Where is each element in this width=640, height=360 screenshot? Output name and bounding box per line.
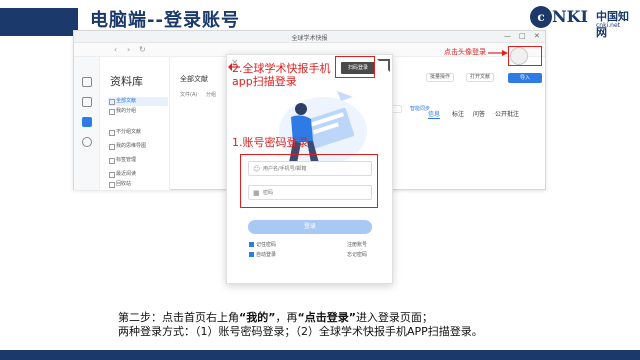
back-icon[interactable]: ‹ [114,45,117,54]
caption-line-1: 第二步：点击首页右上角“我的”，再“点击登录”进入登录页面； [118,311,628,325]
register-link[interactable]: 注册账号 [347,241,367,248]
caption-text: 第二步：点击首页右上角 [118,311,239,324]
header-accent-bar [0,8,78,34]
cnki-logo-text: NKI [552,7,589,26]
login-button[interactable]: 登录 [248,220,372,234]
checkbox-checked-icon[interactable] [249,242,254,247]
arrow-right-icon [488,50,508,56]
caption-line-2: 两种登录方式：（1）账号密码登录；（2）全球学术快报手机APP扫描登录。 [118,325,483,338]
library-item[interactable]: 最近阅读 [108,170,168,179]
sub-tab[interactable]: 文件(A) [180,91,197,98]
library-item[interactable]: 我的思维导图 [108,142,168,151]
caption-text: ，再 [275,311,298,324]
auto-login-label: 自动登录 [256,252,277,258]
cnki-logo-url: cnki.net [596,22,620,29]
refresh-icon[interactable]: ↻ [139,45,146,54]
close-window-button[interactable]: ✕ [534,32,540,40]
sync-link[interactable]: 智能同步 [410,105,430,112]
maximize-button[interactable]: □ [519,32,526,40]
library-item[interactable]: 我的分组 [108,107,168,116]
checkbox-checked-icon[interactable] [249,252,254,257]
tab-public-notes[interactable]: 公开批注 [495,109,519,118]
open-button[interactable]: 打开文献 [466,73,495,82]
library-icon[interactable] [82,117,92,127]
library-title: 资料库 [110,75,143,88]
window-titlebar: 全球学术快报 — □ ✕ [74,31,545,43]
library-item[interactable]: 全部文献 [108,97,168,106]
forward-icon[interactable]: › [127,45,130,54]
tab-notes[interactable]: 标注 [452,109,464,118]
content-title: 全部文献 [180,75,208,83]
import-button[interactable]: 导入 [508,73,542,83]
auto-login-option[interactable]: 自动登录 [249,251,276,258]
account-login-hint: 1.账号密码登录 [232,136,309,149]
library-item[interactable]: 不分组文献 [108,128,168,137]
tab-info[interactable]: 信息 [428,109,441,119]
avatar-highlight [508,46,542,66]
scan-login-hint: 2.全球学术快报手机app扫描登录 [232,62,331,88]
arrow-left-icon [228,63,240,71]
cnki-logo-mark: c [530,6,552,28]
slide-title: 电脑端--登录账号 [90,10,240,31]
window-title: 全球学术快报 [291,35,328,42]
qr-code-icon[interactable] [377,59,390,72]
library-item[interactable]: 标签管理 [108,156,168,165]
book-icon[interactable] [82,97,92,107]
sub-tab[interactable]: 分组 [206,91,216,98]
left-rail [74,57,100,190]
remember-label: 记住密码 [256,242,277,248]
batch-button[interactable]: 批量操作 [426,73,455,82]
cnki-logo: c NKI 中国知网 cnki.net [530,6,635,39]
account-login-highlight [240,154,378,208]
library-item[interactable]: 回收站 [108,180,168,189]
library-panel: 资料库 全部文献 我的分组 不分组文献 我的思维导图 标签管理 最近阅读 回收站 [100,57,170,190]
avatar-hint: 点击头像登录 [444,48,486,56]
home-icon[interactable] [82,77,92,87]
search-icon[interactable] [82,137,92,147]
caption-text: 进入登录页面； [355,311,433,324]
minimize-button[interactable]: — [504,32,511,40]
forgot-password-link[interactable]: 忘记密码 [347,251,367,258]
caption-emphasis: “点击登录” [297,311,356,324]
caption-emphasis: “我的” [239,311,276,324]
footer-bar [0,350,640,360]
tab-qa[interactable]: 问答 [473,109,485,118]
scan-login-highlight [335,56,375,78]
remember-password-option[interactable]: 记住密码 [249,241,276,248]
